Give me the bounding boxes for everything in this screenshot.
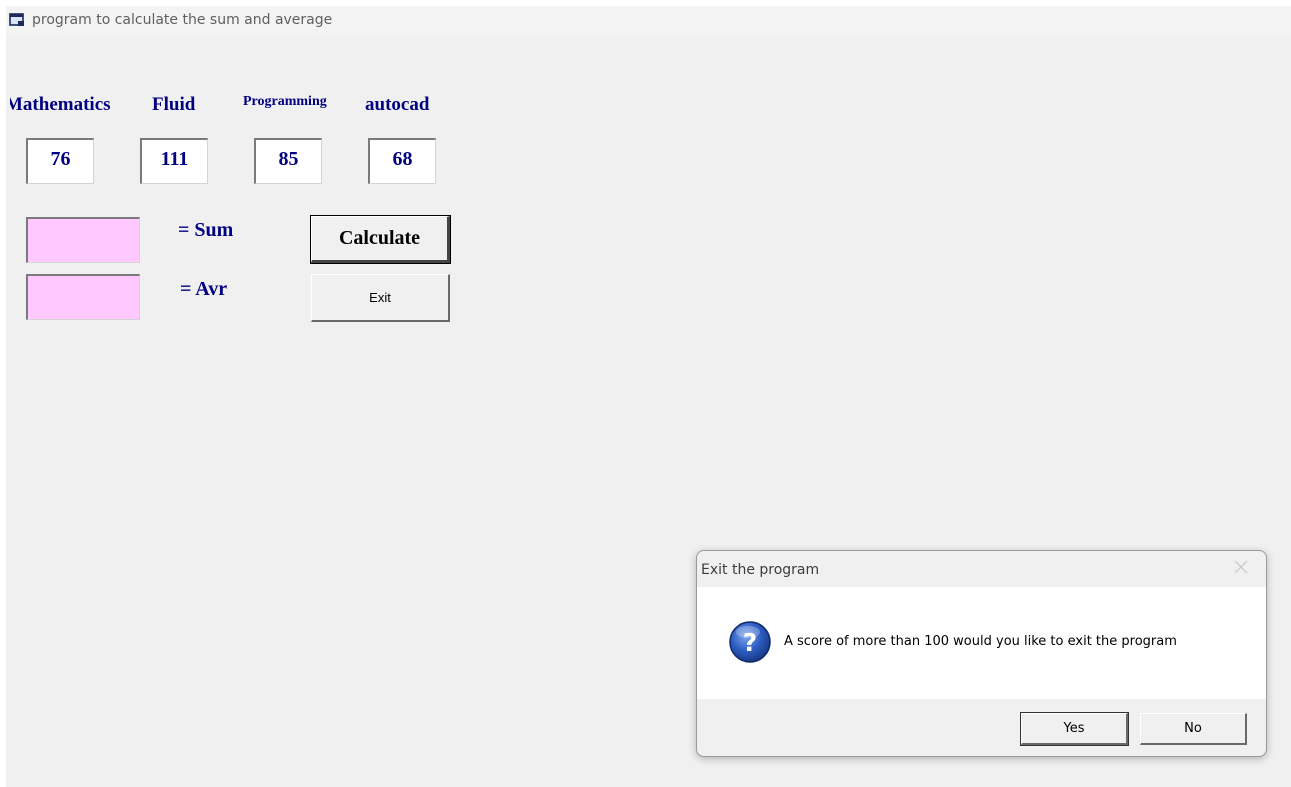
label-programming: Programming xyxy=(243,94,327,109)
label-mathematics: Mathematics xyxy=(10,94,111,115)
close-icon[interactable] xyxy=(1233,559,1249,575)
autocad-score-input[interactable]: 68 xyxy=(368,138,436,184)
dialog-title: Exit the program xyxy=(701,562,820,578)
app-window-icon xyxy=(9,13,24,26)
exit-button[interactable]: Exit xyxy=(311,274,450,322)
dialog-body: ? A score of more than 100 would you lik… xyxy=(697,587,1266,699)
calculate-button[interactable]: Calculate xyxy=(310,215,451,264)
label-autocad: autocad xyxy=(365,94,430,115)
window-title: program to calculate the sum and average xyxy=(32,12,333,28)
svg-text:?: ? xyxy=(743,628,758,657)
sum-label: = Sum xyxy=(178,219,234,241)
average-output-field[interactable] xyxy=(26,274,140,320)
dialog-message: A score of more than 100 would you like … xyxy=(784,634,1177,649)
exit-confirm-dialog: Exit the program ? A score of more than … xyxy=(696,550,1267,757)
fluid-score-input[interactable]: 111 xyxy=(140,138,208,184)
label-fluid: Fluid xyxy=(152,94,196,115)
programming-score-input[interactable]: 85 xyxy=(254,138,322,184)
mathematics-score-input[interactable]: 76 xyxy=(26,138,94,184)
no-button[interactable]: No xyxy=(1140,713,1247,745)
sum-output-field[interactable] xyxy=(26,217,140,263)
title-bar: program to calculate the sum and average xyxy=(6,6,1291,36)
yes-button[interactable]: Yes xyxy=(1020,712,1129,746)
question-icon: ? xyxy=(729,621,771,663)
average-label: = Avr xyxy=(180,278,228,300)
